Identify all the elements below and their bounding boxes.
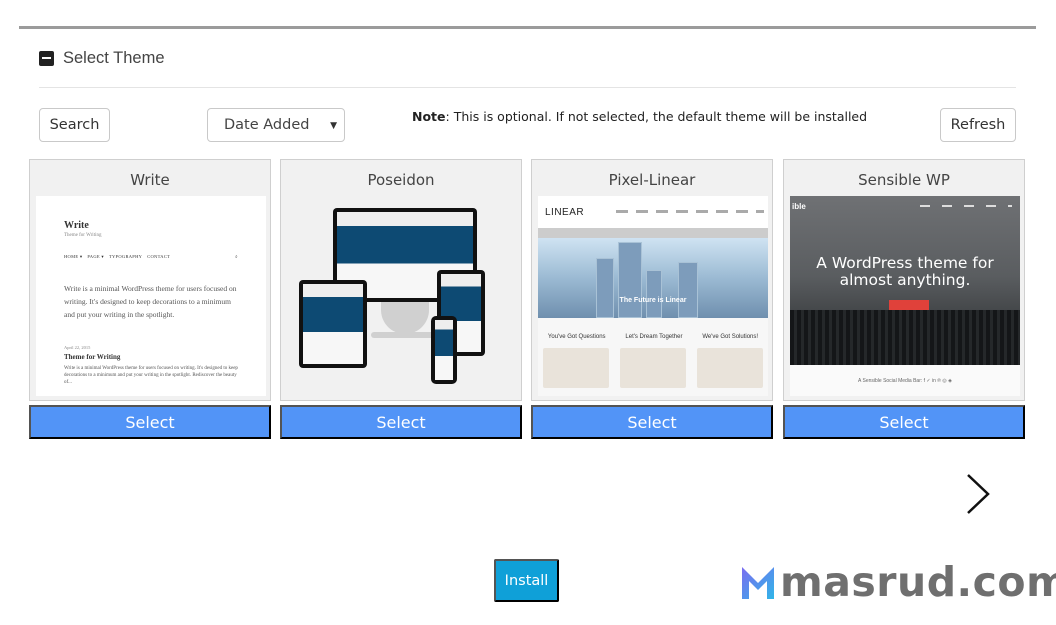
preview-intro: Write is a minimal WordPress theme for u…: [64, 284, 237, 319]
preview-hero-text: A WordPress theme for almost anything.: [816, 254, 994, 289]
preview-menu: [616, 210, 764, 213]
preview-tagline: Theme for Writing: [64, 233, 102, 238]
header-divider: [39, 87, 1016, 88]
preview-post-date: April 22, 2015: [64, 345, 91, 350]
preview-column-title: Let's Dream Together: [625, 334, 683, 340]
section-title: Select Theme: [63, 48, 165, 67]
preview-hero: The Future is Linear: [538, 238, 768, 318]
theme-card-write[interactable]: Write Write Theme for Writing HOME ▾ PAG…: [29, 159, 271, 401]
preview-tablet: [299, 280, 367, 368]
sort-select-value: Date Added: [224, 117, 310, 133]
preview-nav-item: CONTACT: [147, 254, 171, 259]
preview-nav-item: TYPOGRAPHY: [108, 254, 143, 259]
watermark-text: masrud.com: [780, 558, 1056, 606]
refresh-button[interactable]: Refresh: [940, 108, 1016, 142]
note-text: : This is optional. If not selected, the…: [445, 109, 868, 124]
preview-brand: ible: [792, 202, 806, 211]
theme-name: Write: [130, 171, 170, 189]
theme-card-poseidon[interactable]: Poseidon: [280, 159, 522, 401]
sort-select[interactable]: Date Added ▼: [207, 108, 345, 142]
section-header[interactable]: Select Theme: [39, 46, 165, 70]
theme-preview-pixel-linear: LINEAR The Future is Linear You've Got Q…: [538, 196, 768, 396]
theme-name: Sensible WP: [858, 171, 950, 189]
preview-monitor-stand: [381, 302, 429, 334]
preview-columns: You've Got Questions Let's Dream Togethe…: [538, 334, 768, 340]
chevron-right-icon[interactable]: [962, 471, 994, 517]
theme-preview-write: Write Theme for Writing HOME ▾ PAGE ▾ TY…: [36, 196, 266, 396]
select-button-sensible-wp[interactable]: Select: [783, 405, 1025, 439]
theme-preview-sensible-wp: ible A WordPress theme for almost anythi…: [790, 196, 1020, 396]
theme-name: Poseidon: [367, 171, 435, 189]
select-button-pixel-linear[interactable]: Select: [531, 405, 773, 439]
dropdown-arrow-icon: ▼: [330, 121, 337, 131]
preview-cta: [889, 300, 929, 310]
preview-phone: [431, 316, 457, 384]
preview-column-images: [538, 348, 768, 388]
preview-post-title: Theme for Writing: [64, 353, 121, 361]
preview-nav: HOME ▾ PAGE ▾ TYPOGRAPHY CONTACT ⌕: [64, 254, 238, 260]
preview-forest: [790, 310, 1020, 365]
preview-site-title: Write: [64, 220, 89, 231]
preview-column-title: We've Got Solutions!: [702, 334, 759, 340]
theme-card-pixel-linear[interactable]: Pixel-Linear LINEAR The Future is Linear…: [531, 159, 773, 401]
watermark: masrud.com: [740, 558, 1056, 606]
preview-monitor-base: [371, 332, 439, 338]
preview-post-excerpt: Write is a minimal WordPress theme for u…: [64, 366, 238, 385]
preview-subbar: [538, 228, 768, 238]
collapse-icon[interactable]: [39, 50, 54, 66]
preview-column-title: You've Got Questions: [547, 334, 606, 340]
install-button[interactable]: Install: [494, 559, 559, 602]
note-label: Note: [412, 109, 446, 124]
select-button-write[interactable]: Select: [29, 405, 271, 439]
theme-name: Pixel-Linear: [608, 171, 696, 189]
theme-card-sensible-wp[interactable]: Sensible WP ible A WordPress theme for a…: [783, 159, 1025, 401]
preview-nav-item: PAGE ▾: [87, 254, 104, 259]
select-button-poseidon[interactable]: Select: [280, 405, 522, 439]
theme-preview-poseidon: [287, 196, 517, 396]
preview-footer: A Sensible Social Media Bar: f ✓ in ℗ ◎ …: [790, 365, 1020, 396]
top-divider: [19, 26, 1036, 29]
preview-search-icon: ⌕: [235, 254, 238, 259]
search-button[interactable]: Search: [39, 108, 110, 142]
optional-note: Note: This is optional. If not selected,…: [412, 109, 867, 124]
m-logo-icon: [742, 567, 774, 599]
preview-menu: [920, 205, 1012, 207]
preview-nav-item: HOME ▾: [64, 254, 83, 259]
preview-hero-caption: The Future is Linear: [619, 297, 687, 304]
